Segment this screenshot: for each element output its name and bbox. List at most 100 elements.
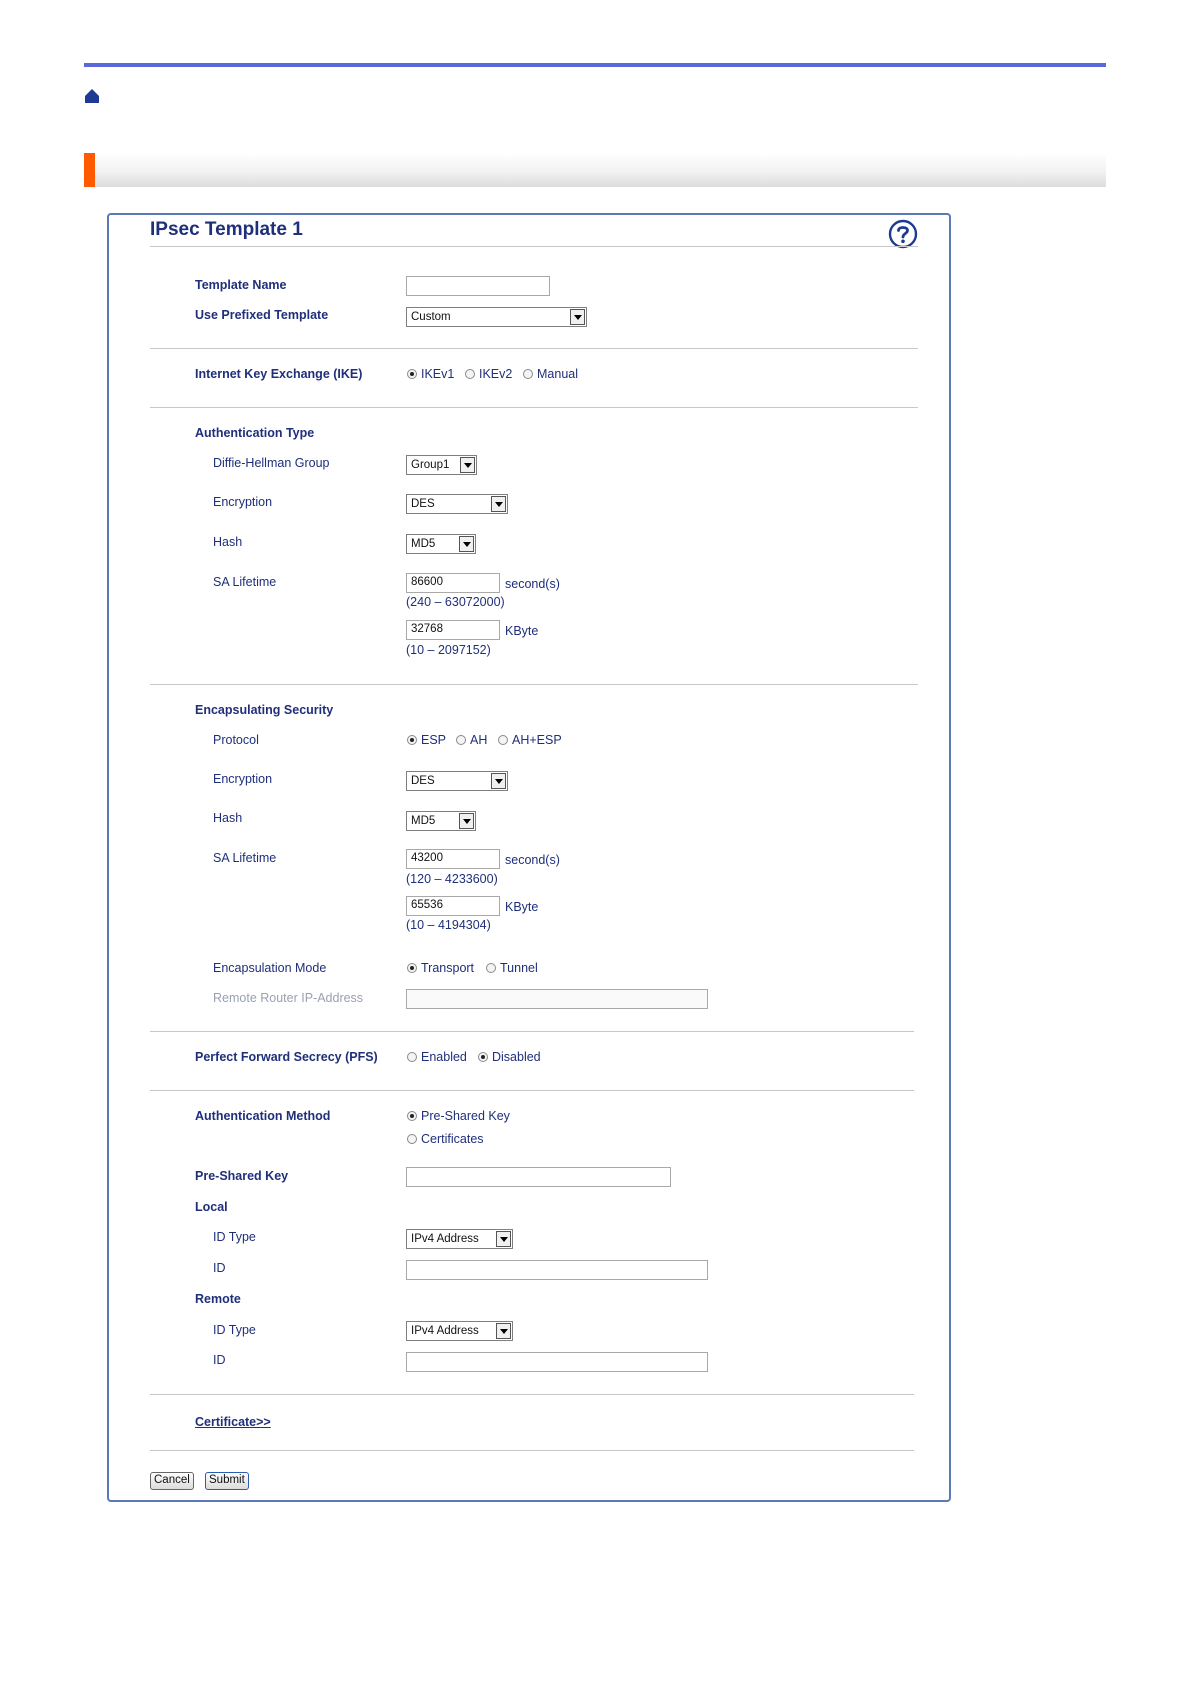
home-icon[interactable] <box>84 88 100 104</box>
divider <box>150 246 918 247</box>
encapsulation-mode-label: Encapsulation Mode <box>213 961 327 975</box>
esp-sa-lifetime-label: SA Lifetime <box>213 851 277 865</box>
pfs-enabled-radio[interactable] <box>407 1052 417 1062</box>
local-id-type-value: IPv4 Address <box>411 1233 479 1245</box>
pfs-label: Perfect Forward Secrecy (PFS) <box>195 1050 378 1064</box>
local-id-label: ID <box>213 1261 226 1275</box>
ike-sa-kbyte-unit: KByte <box>505 624 539 638</box>
remote-router-ip-input[interactable] <box>406 989 708 1009</box>
esp-hash-select[interactable]: MD5 <box>406 811 476 831</box>
dh-group-value: Group1 <box>411 459 450 471</box>
chevron-down-icon <box>496 1231 511 1247</box>
pfs-enabled-label: Enabled <box>421 1050 467 1064</box>
protocol-ah-label: AH <box>470 733 488 747</box>
esp-sa-seconds-unit: second(s) <box>505 853 560 867</box>
page-title: IPsec Template 1 <box>150 219 303 240</box>
section-banner-accent <box>84 153 95 187</box>
auth-method-label: Authentication Method <box>195 1109 331 1123</box>
ike-manual-radio[interactable] <box>523 369 533 379</box>
auth-certificates-radio[interactable] <box>407 1134 417 1144</box>
esp-sa-kbyte-range: (10 – 4194304) <box>406 918 491 932</box>
protocol-esp-label: ESP <box>421 733 447 747</box>
esp-hash-label: Hash <box>213 811 243 825</box>
dh-group-label: Diffie-Hellman Group <box>213 456 330 470</box>
use-prefixed-template-value: Custom <box>411 311 451 323</box>
chevron-down-icon <box>459 813 474 829</box>
remote-id-type-value: IPv4 Address <box>411 1325 479 1337</box>
ike-sa-seconds-unit: second(s) <box>505 577 560 591</box>
esp-sa-seconds-range: (120 – 4233600) <box>406 872 498 886</box>
cancel-button[interactable]: Cancel <box>150 1472 194 1490</box>
dh-group-select[interactable]: Group1 <box>406 455 477 475</box>
ike-hash-label: Hash <box>213 535 243 549</box>
esp-encryption-value: DES <box>411 775 435 787</box>
ike-ikev1-radio[interactable] <box>407 369 417 379</box>
mode-transport-label: Transport <box>421 961 475 975</box>
esp-encryption-label: Encryption <box>213 772 273 786</box>
chevron-down-icon <box>491 496 506 512</box>
ike-encryption-label: Encryption <box>213 495 273 509</box>
mode-transport-radio[interactable] <box>407 963 417 973</box>
remote-id-input[interactable] <box>406 1352 708 1372</box>
esp-encryption-select[interactable]: DES <box>406 771 508 791</box>
ike-sa-seconds-input[interactable]: 86600 <box>406 573 500 593</box>
local-id-type-label: ID Type <box>213 1230 256 1244</box>
ike-sa-seconds-range: (240 – 63072000) <box>406 595 505 609</box>
divider <box>150 1450 914 1451</box>
ike-ikev2-label: IKEv2 <box>479 367 513 381</box>
use-prefixed-template-select[interactable]: Custom <box>406 307 587 327</box>
ike-manual-label: Manual <box>537 367 578 381</box>
esp-sa-seconds-input[interactable]: 43200 <box>406 849 500 869</box>
template-name-label: Template Name <box>195 278 287 292</box>
chevron-down-icon <box>491 773 506 789</box>
pfs-disabled-label: Disabled <box>492 1050 541 1064</box>
certificate-link[interactable]: Certificate>> <box>195 1415 271 1429</box>
ike-ikev2-radio[interactable] <box>465 369 475 379</box>
ike-ikev1-label: IKEv1 <box>421 367 455 381</box>
auth-psk-radio[interactable] <box>407 1111 417 1121</box>
authentication-type-heading: Authentication Type <box>195 426 315 440</box>
submit-button[interactable]: Submit <box>205 1472 249 1490</box>
remote-id-type-label: ID Type <box>213 1323 256 1337</box>
local-heading: Local <box>195 1200 228 1214</box>
ike-sa-kbyte-input[interactable]: 32768 <box>406 620 500 640</box>
template-name-input[interactable] <box>406 276 550 296</box>
ike-sa-kbyte-range: (10 – 2097152) <box>406 643 491 657</box>
remote-id-type-select[interactable]: IPv4 Address <box>406 1321 513 1341</box>
esp-sa-kbyte-input[interactable]: 65536 <box>406 896 500 916</box>
divider <box>150 407 918 408</box>
ike-encryption-value: DES <box>411 498 435 510</box>
local-id-input[interactable] <box>406 1260 708 1280</box>
help-icon[interactable] <box>888 219 918 249</box>
ike-hash-select[interactable]: MD5 <box>406 534 476 554</box>
chevron-down-icon <box>496 1323 511 1339</box>
mode-tunnel-radio[interactable] <box>486 963 496 973</box>
use-prefixed-template-label: Use Prefixed Template <box>195 308 329 322</box>
chevron-down-icon <box>459 536 474 552</box>
mode-tunnel-label: Tunnel <box>500 961 538 975</box>
chevron-down-icon <box>570 309 585 325</box>
protocol-ah-radio[interactable] <box>456 735 466 745</box>
protocol-label: Protocol <box>213 733 259 747</box>
encapsulating-security-heading: Encapsulating Security <box>195 703 334 717</box>
pfs-disabled-radio[interactable] <box>478 1052 488 1062</box>
divider <box>150 348 918 349</box>
local-id-type-select[interactable]: IPv4 Address <box>406 1229 513 1249</box>
auth-certificates-option-label: Certificates <box>421 1132 484 1146</box>
chevron-down-icon <box>460 457 475 473</box>
ike-label: Internet Key Exchange (IKE) <box>195 367 363 381</box>
divider <box>150 684 918 685</box>
remote-id-label: ID <box>213 1353 226 1367</box>
ike-sa-lifetime-label: SA Lifetime <box>213 575 277 589</box>
auth-psk-option-label: Pre-Shared Key <box>421 1109 510 1123</box>
protocol-ah-esp-radio[interactable] <box>498 735 508 745</box>
top-rule <box>84 63 1106 67</box>
psk-input[interactable] <box>406 1167 671 1187</box>
ike-hash-value: MD5 <box>411 538 436 550</box>
divider <box>150 1394 914 1395</box>
ike-encryption-select[interactable]: DES <box>406 494 508 514</box>
remote-router-ip-label: Remote Router IP-Address <box>213 991 364 1005</box>
protocol-ah-esp-label: AH+ESP <box>512 733 562 747</box>
remote-heading: Remote <box>195 1292 241 1306</box>
protocol-esp-radio[interactable] <box>407 735 417 745</box>
